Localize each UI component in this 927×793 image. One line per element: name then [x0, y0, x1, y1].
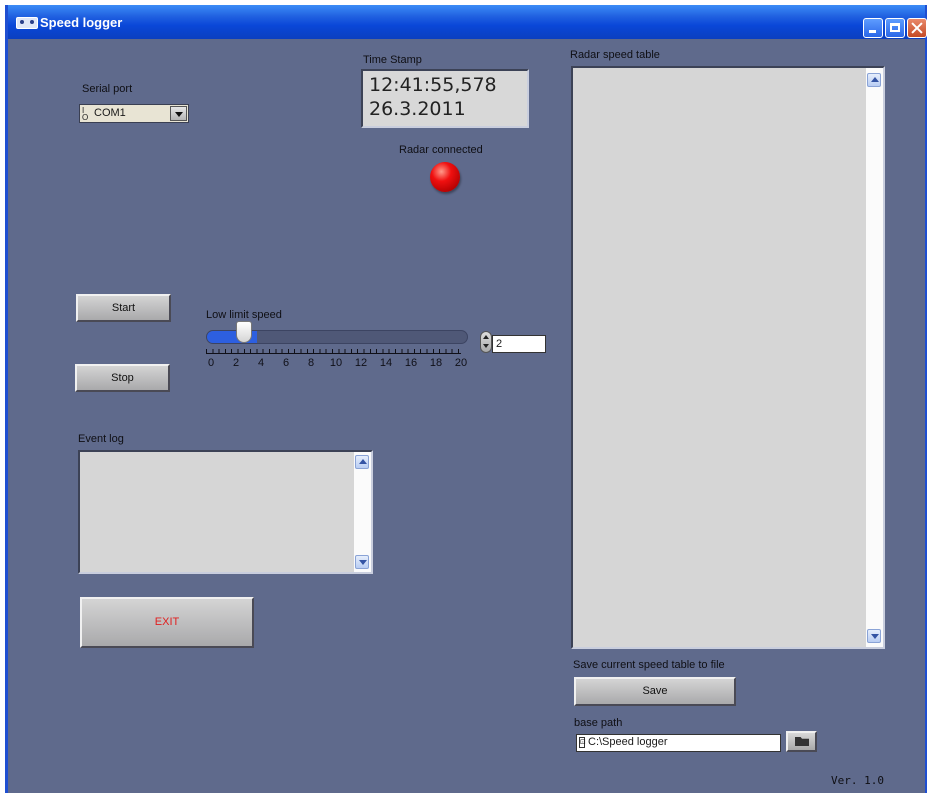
- slider-tick-label: 0: [207, 357, 215, 369]
- scroll-up-icon[interactable]: [355, 455, 369, 469]
- slider-tick-label: 20: [454, 357, 468, 369]
- speed-table-scrollbar[interactable]: [866, 68, 883, 647]
- save-button[interactable]: Save: [574, 677, 736, 706]
- browse-folder-button[interactable]: [786, 731, 817, 752]
- exit-button[interactable]: EXIT: [80, 597, 254, 648]
- slider-tick-label: 12: [354, 357, 368, 369]
- event-log-label: Event log: [78, 433, 124, 445]
- radar-connected-label: Radar connected: [399, 144, 483, 156]
- slider-tick-label: 18: [429, 357, 443, 369]
- slider-tick-label: 8: [307, 357, 315, 369]
- radar-speed-table[interactable]: [571, 66, 885, 649]
- version-label: Ver. 1.0: [831, 774, 884, 787]
- path-icon: ⊡: [579, 737, 586, 748]
- dropdown-arrow-icon[interactable]: [170, 106, 187, 121]
- time-value: 12:41:55,578: [369, 74, 497, 96]
- base-path-label: base path: [574, 717, 623, 729]
- low-limit-value-input[interactable]: 2: [492, 335, 546, 353]
- radar-connected-led: [430, 162, 460, 192]
- slider-tick-label: 2: [232, 357, 240, 369]
- scroll-down-icon[interactable]: [355, 555, 369, 569]
- stop-button[interactable]: Stop: [75, 364, 170, 392]
- event-log-textbox[interactable]: [78, 450, 373, 574]
- low-limit-speed-label: Low limit speed: [206, 309, 282, 321]
- event-log-scrollbar[interactable]: [354, 452, 371, 572]
- app-icon: [16, 17, 38, 29]
- base-path-input[interactable]: ⊡ C:\Speed logger: [576, 734, 781, 752]
- time-stamp-label: Time Stamp: [363, 54, 422, 66]
- slider-tick-label: 14: [379, 357, 393, 369]
- open-folder-icon: [795, 737, 809, 746]
- window-title: Speed logger: [40, 15, 123, 30]
- scroll-up-icon[interactable]: [867, 73, 881, 87]
- date-value: 26.3.2011: [369, 98, 466, 120]
- serial-port-label: Serial port: [82, 83, 133, 95]
- increment-decrement-icon[interactable]: [480, 331, 492, 353]
- base-path-value: C:\Speed logger: [588, 736, 668, 748]
- slider-tick-label: 10: [329, 357, 343, 369]
- title-bar[interactable]: Speed logger: [8, 5, 927, 39]
- close-button[interactable]: [907, 18, 927, 38]
- serial-port-value: COM1: [94, 107, 126, 119]
- time-stamp-display: 12:41:55,578 26.3.2011: [361, 69, 529, 128]
- slider-tick-label: 6: [282, 357, 290, 369]
- slider-scale: [206, 345, 461, 354]
- slider-tick-label: 4: [257, 357, 265, 369]
- start-button[interactable]: Start: [76, 294, 171, 322]
- maximize-button[interactable]: [885, 18, 905, 38]
- io-icon: IO: [82, 106, 89, 122]
- scroll-down-icon[interactable]: [867, 629, 881, 643]
- minimize-button[interactable]: [863, 18, 883, 38]
- slider-tick-label: 16: [404, 357, 418, 369]
- save-table-label: Save current speed table to file: [573, 659, 725, 671]
- slider-thumb[interactable]: [236, 321, 252, 343]
- serial-port-select[interactable]: IO COM1: [79, 104, 189, 123]
- radar-speed-table-label: Radar speed table: [570, 49, 660, 61]
